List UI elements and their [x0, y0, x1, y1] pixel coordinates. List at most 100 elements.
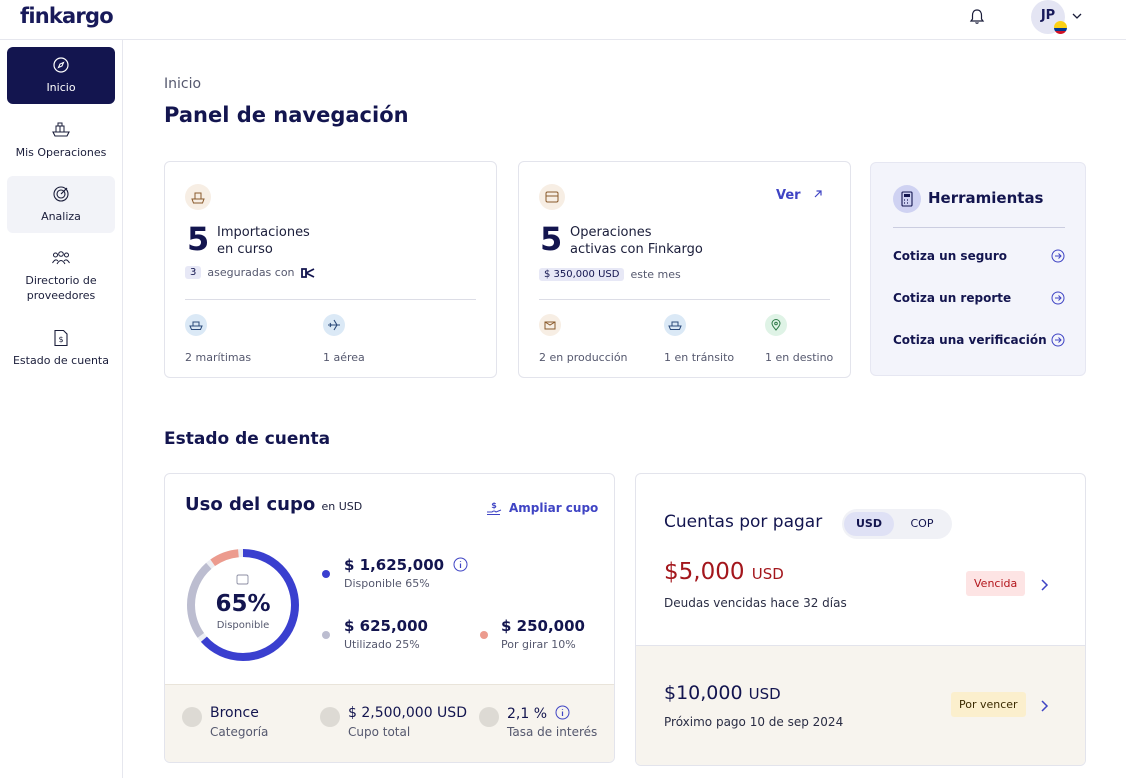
importaciones-icon [185, 184, 211, 210]
legend-dot-por-girar [480, 631, 488, 639]
plane-icon [323, 314, 345, 336]
operaciones-amount: $ 350,000 USD este mes [539, 268, 681, 281]
herramientas-panel: Herramientas Cotiza un seguro Cotiza un … [870, 162, 1086, 376]
ampliar-cupo-button[interactable]: $ Ampliar cupo [485, 500, 598, 516]
card-divider [539, 299, 830, 300]
info-icon[interactable] [453, 557, 468, 572]
pin-icon [765, 314, 787, 336]
stat-label: 2 marítimas [185, 351, 252, 364]
arrow-circle-right-icon [1051, 291, 1065, 305]
card-divider [185, 299, 476, 300]
cuentas-title: Cuentas por pagar [664, 512, 823, 532]
importaciones-card[interactable]: 5 Importaciones en curso 3 aseguradas co… [164, 161, 497, 378]
cupo-title-text: Uso del cupo [185, 494, 316, 515]
sidebar-item-label: Analiza [41, 210, 81, 223]
legend-dot-disponible [322, 570, 330, 578]
footer-value-text: 2,1 % [507, 706, 548, 722]
operaciones-title: Operaciones activas con Finkargo [570, 224, 770, 258]
sidebar-item-analiza[interactable]: Analiza [7, 176, 115, 233]
breadcrumb[interactable]: Inicio [164, 76, 201, 92]
ver-link[interactable]: Ver [776, 188, 823, 203]
wallet-icon [545, 191, 559, 203]
wallet-icon [236, 574, 249, 585]
ship-icon [191, 192, 205, 204]
sidebar-item-mis-operaciones[interactable]: Mis Operaciones [7, 112, 115, 169]
por-vencer-desc: Próximo pago 10 de sep 2024 [664, 715, 844, 729]
currency-toggle[interactable]: USD COP [842, 509, 952, 539]
chevron-right-icon[interactable] [1037, 699, 1051, 713]
sidebar-item-estado-de-cuenta[interactable]: $ Estado de cuenta [7, 320, 115, 377]
operaciones-title-line1: Operaciones [570, 225, 652, 240]
stat-produccion: 2 en producción [539, 314, 628, 365]
cupo-title: Uso del cupo en USD [185, 494, 362, 515]
herramientas-title: Herramientas [928, 189, 1044, 207]
user-menu[interactable]: JP [1031, 0, 1091, 34]
donut-percent: 65% [215, 591, 271, 617]
sidebar-item-inicio[interactable]: Inicio [7, 47, 115, 104]
tools-divider [893, 227, 1065, 228]
ver-link-label: Ver [776, 188, 801, 203]
por-vencer-currency: USD [748, 685, 781, 703]
metric-amount: $ 250,000 [501, 617, 585, 635]
ampliar-label: Ampliar cupo [509, 501, 599, 515]
cupo-footer: Bronce Categoría $ 2,500,000 USD Cupo to… [165, 684, 614, 762]
donut-label: Disponible [216, 620, 270, 631]
stat-label: 1 en tránsito [664, 351, 735, 364]
cotiza-verificacion-link[interactable]: Cotiza una verificación [893, 333, 1065, 347]
cotiza-reporte-link[interactable]: Cotiza un reporte [893, 291, 1065, 305]
sidebar-item-label: Inicio [46, 81, 76, 94]
footer-value: 2,1 % [507, 705, 570, 722]
importaciones-count: 5 [187, 220, 210, 258]
tool-label: Cotiza un reporte [893, 291, 1012, 305]
target-icon [53, 186, 69, 202]
insured-count-chip: 3 [185, 266, 202, 279]
cupo-unit: en USD [321, 500, 363, 513]
legend-dot-utilizado [322, 631, 330, 639]
currency-usd-option[interactable]: USD [844, 512, 894, 536]
stat-destino: 1 en destino [765, 314, 833, 365]
arrow-up-right-icon [814, 190, 822, 198]
ship-icon [664, 314, 686, 336]
sidebar-item-label: Estado de cuenta [12, 354, 109, 367]
importaciones-title-line2: en curso [217, 242, 273, 257]
top-bar: finkargo JP [0, 0, 1126, 40]
vencida-desc: Deudas vencidas hace 32 días [664, 596, 847, 610]
chevron-down-icon[interactable] [1071, 10, 1083, 22]
footer-label: Categoría [210, 725, 269, 739]
footer-value: Bronce [210, 705, 259, 721]
metric-disponible: $ 1,625,000 Disponible 65% [344, 556, 468, 590]
insured-text: aseguradas con [207, 266, 295, 279]
currency-cop-option[interactable]: COP [898, 512, 946, 536]
arrow-circle-right-icon [1051, 333, 1065, 347]
footer-label: Cupo total [348, 725, 411, 739]
percent-icon [479, 707, 499, 727]
sidebar-item-directorio[interactable]: Directorio de proveedores [7, 240, 115, 310]
insured-info: 3 aseguradas con [185, 266, 315, 279]
bell-icon[interactable] [967, 7, 987, 27]
svg-text:$: $ [491, 501, 497, 510]
document-dollar-icon: $ [54, 329, 68, 347]
footer-label: Tasa de interés [507, 725, 598, 739]
stat-label: 1 aérea [323, 351, 365, 364]
metric-amount-text: $ 1,625,000 [344, 556, 445, 574]
logo[interactable]: finkargo [20, 4, 114, 28]
metric-utilizado: $ 625,000 Utilizado 25% [344, 617, 428, 651]
vencida-amount: $5,000 USD [664, 559, 784, 585]
ship-icon [185, 314, 207, 336]
importaciones-title-line1: Importaciones [217, 225, 310, 240]
stat-label: 2 en producción [539, 351, 628, 364]
por-vencer-amount: $10,000 USD [664, 682, 781, 704]
sidebar-item-label: Directorio de proveedores [25, 274, 97, 302]
stat-aerea: 1 aérea [323, 314, 365, 365]
cotiza-seguro-link[interactable]: Cotiza un seguro [893, 249, 1065, 263]
importaciones-title: Importaciones en curso [217, 224, 417, 258]
operaciones-icon [539, 184, 565, 210]
period-text: este mes [630, 268, 681, 281]
tool-label: Cotiza un seguro [893, 249, 1007, 263]
cuentas-por-pagar-card: Cuentas por pagar USD COP $5,000 USD Deu… [635, 473, 1086, 766]
chevron-right-icon[interactable] [1037, 578, 1051, 592]
people-icon [52, 251, 70, 265]
metric-amount: $ 1,625,000 [344, 556, 468, 574]
info-icon[interactable] [555, 705, 570, 720]
amount-chip: $ 350,000 USD [539, 268, 625, 281]
